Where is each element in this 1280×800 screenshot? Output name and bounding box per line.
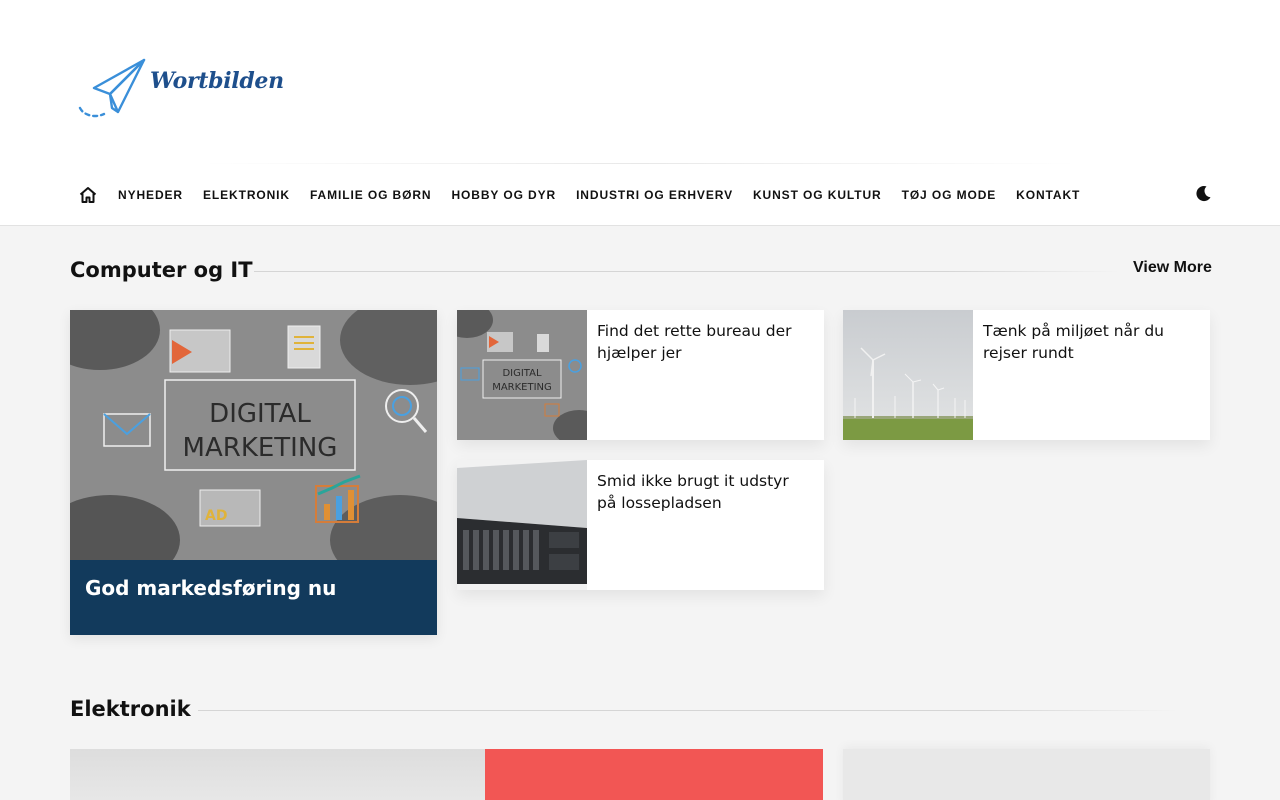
nav-item-hobby-og-dyr[interactable]: HOBBY OG DYR	[441, 178, 566, 212]
article-card-thumbnail[interactable]: DIGITAL MARKETING	[457, 310, 587, 440]
featured-article-caption: God markedsføring nu	[70, 560, 437, 635]
moon-icon	[1196, 186, 1211, 202]
section-title-elektronik: Elektronik	[70, 697, 191, 721]
paper-plane-icon	[78, 58, 146, 118]
nav-item-industri-og-erhverv[interactable]: INDUSTRI OG ERHVERV	[566, 178, 743, 212]
article-card-title[interactable]: Find det rette bureau der hjælper jer	[597, 320, 812, 364]
nav-item-elektronik[interactable]: ELEKTRONIK	[193, 178, 300, 212]
thumb-text-marketing: MARKETING	[492, 382, 552, 393]
logo-text: Wortbilden	[150, 68, 284, 94]
main-nav: NYHEDER ELEKTRONIK FAMILIE OG BØRN HOBBY…	[70, 178, 1090, 212]
nav-item-toj-og-mode[interactable]: TØJ OG MODE	[892, 178, 1007, 212]
image-text-ad: AD	[205, 508, 227, 524]
featured-article-image[interactable]: DIGITAL MARKETING AD	[70, 310, 437, 560]
dark-mode-toggle[interactable]	[1190, 181, 1216, 207]
nav-item-familie-og-born[interactable]: FAMILIE OG BØRN	[300, 178, 442, 212]
image-text-marketing: MARKETING	[183, 433, 338, 463]
article-card-thumbnail[interactable]	[843, 310, 973, 440]
elektronik-article-image[interactable]	[485, 749, 823, 800]
nav-home[interactable]	[70, 178, 106, 212]
thumb-text-digital: DIGITAL	[502, 368, 542, 379]
article-card-title[interactable]: Smid ikke brugt it udstyr på lossepladse…	[597, 470, 812, 514]
nav-item-nyheder[interactable]: NYHEDER	[108, 178, 193, 212]
nav-divider	[200, 163, 1080, 164]
site-header: Wortbilden NYHEDER ELEKTRONIK FAMILIE OG…	[0, 0, 1280, 226]
article-card[interactable]: DIGITAL MARKETING Find det rette bureau …	[457, 310, 824, 440]
digital-marketing-image: DIGITAL MARKETING AD	[70, 310, 437, 560]
elektronik-article-image[interactable]	[70, 749, 485, 800]
section-divider	[198, 710, 1178, 711]
wind-turbines-thumbnail	[843, 310, 973, 440]
section-divider	[254, 271, 1120, 272]
featured-article-title[interactable]: God markedsføring nu	[85, 576, 422, 600]
home-icon	[79, 187, 97, 203]
image-text-digital: DIGITAL	[209, 399, 311, 429]
nav-item-kunst-og-kultur[interactable]: KUNST OG KULTUR	[743, 178, 892, 212]
article-card-thumbnail[interactable]	[457, 460, 587, 590]
article-card-title[interactable]: Tænk på miljøet når du rejser rundt	[983, 320, 1198, 364]
article-card[interactable]: Smid ikke brugt it udstyr på lossepladse…	[457, 460, 824, 590]
digital-marketing-thumbnail: DIGITAL MARKETING	[457, 310, 587, 440]
featured-article[interactable]: DIGITAL MARKETING AD God markedsføring n…	[70, 310, 437, 635]
article-card[interactable]: Tænk på miljøet når du rejser rundt	[843, 310, 1210, 440]
elektronik-article-image[interactable]	[843, 749, 1210, 800]
section-title-computer: Computer og IT	[70, 258, 253, 282]
site-logo[interactable]: Wortbilden	[78, 56, 284, 122]
view-more-link[interactable]: View More	[1133, 259, 1212, 277]
server-hardware-thumbnail	[457, 460, 587, 590]
nav-item-kontakt[interactable]: KONTAKT	[1006, 178, 1090, 212]
